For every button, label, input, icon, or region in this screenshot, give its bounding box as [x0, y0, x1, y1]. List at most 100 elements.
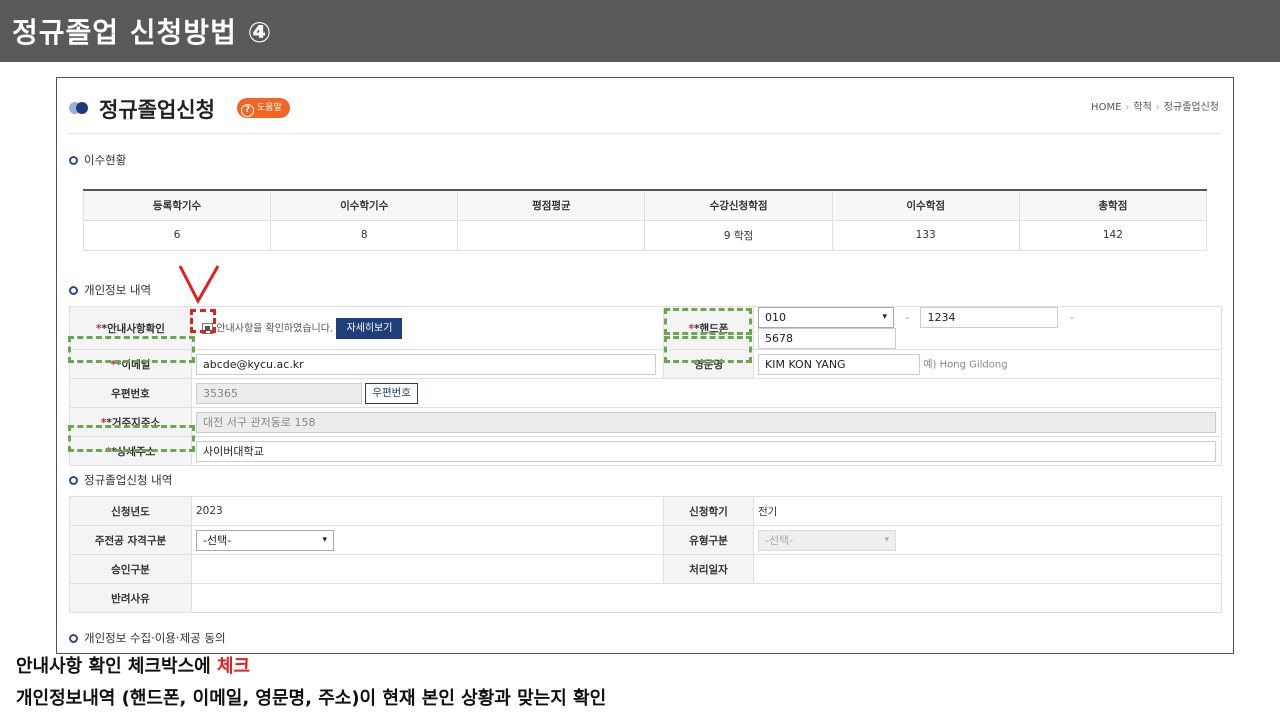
notice-label-text: *안내사항확인 — [101, 322, 165, 335]
notice-text: 안내사항을 확인하였습니다. — [216, 323, 334, 334]
reject-value — [191, 583, 1222, 613]
section-label: 개인정보 내역 — [84, 283, 152, 297]
table-row: 우편번호 35365 우편번호 — [69, 378, 1222, 408]
address-label-text: *거주지주소 — [106, 416, 161, 429]
col-registered-semesters: 등록학기수 — [82, 190, 272, 221]
breadcrumb-academic[interactable]: 학적 — [1133, 102, 1151, 113]
col-total-credits: 총학점 — [1018, 190, 1208, 221]
breadcrumb-current: 정규졸업신청 — [1163, 102, 1219, 113]
table-row: 주전공 자격구분 -선택- ▾ 유형구분 -선택- ▾ — [69, 525, 1222, 555]
bullet-icon — [69, 634, 78, 643]
table-row: **상세주소 사이버대학교 — [69, 436, 1222, 466]
notice-cell: 안내사항을 확인하였습니다. 자세히보기 — [191, 306, 664, 350]
zip-label: 우편번호 — [69, 378, 192, 408]
caption-line-1-text: 안내사항 확인 체크박스에 — [16, 656, 217, 677]
address-label: **거주지주소 — [69, 407, 192, 437]
phone-label-text: *핸드폰 — [694, 322, 729, 335]
notice-label: **안내사항확인 — [69, 306, 192, 350]
english-name-label: 영문명 — [663, 349, 754, 379]
bullet-icon — [69, 286, 78, 295]
question-icon: ? — [241, 104, 254, 117]
english-name-input[interactable]: KIM KON YANG — [758, 353, 920, 375]
section-label: 개인정보 수집·이용·제공 동의 — [84, 631, 226, 645]
slide-banner: 정규졸업 신청방법 ④ — [0, 0, 1280, 62]
phone-last-input[interactable]: 5678 — [758, 328, 896, 349]
email-label-text: *이메일 — [116, 358, 151, 371]
table-row: 6 8 9 학점 133 142 — [82, 219, 1208, 251]
table-row: **거주지주소 대전 서구 관저동로 158 — [69, 407, 1222, 437]
chevron-down-icon: ▾ — [884, 534, 889, 545]
personal-info-table: **안내사항확인 안내사항을 확인하였습니다. 자세히보기 **핸드폰 010 ▾… — [69, 306, 1222, 466]
section-label: 정규졸업신청 내역 — [84, 473, 173, 487]
col-enrolled-credits: 수강신청학점 — [644, 190, 833, 221]
english-name-cell: KIM KON YANG 예) Hong Gildong — [753, 349, 1222, 379]
table-row: 반려사유 — [69, 583, 1222, 613]
breadcrumb-home[interactable]: HOME — [1091, 102, 1121, 113]
processed-value — [753, 554, 1222, 584]
course-summary-table: 등록학기수 이수학기수 평점평균 수강신청학점 이수학점 총학점 6 8 9 학… — [82, 189, 1208, 251]
breadcrumb: HOME › 학적 › 정규졸업신청 — [1091, 98, 1219, 113]
approval-value — [191, 554, 664, 584]
cell-enrolled-credits: 9 학점 — [644, 219, 833, 251]
address-input[interactable]: 대전 서구 관저동로 158 — [196, 411, 1216, 433]
help-button[interactable]: ? 도움말 — [237, 98, 290, 118]
phone-prefix-select[interactable]: 010 ▾ — [758, 307, 894, 328]
notice-checkbox[interactable] — [202, 322, 213, 334]
address-cell: 대전 서구 관저동로 158 — [191, 407, 1222, 437]
section-personal-info: 개인정보 내역 — [69, 282, 151, 298]
email-cell: abcde@kycu.ac.kr — [191, 349, 664, 379]
phone-cell: 010 ▾ - 1234 - 5678 — [753, 306, 1222, 350]
col-completed-credits: 이수학점 — [831, 190, 1020, 221]
detail-address-label-text: *상세주소 — [111, 445, 156, 458]
table-row: **이메일 abcde@kycu.ac.kr 영문명 KIM KON YANG … — [69, 349, 1222, 379]
zip-search-button[interactable]: 우편번호 — [365, 382, 418, 404]
caption-line-2: 개인정보내역 (핸드폰, 이메일, 영문명, 주소)이 현재 본인 상황과 맞는… — [16, 688, 607, 709]
table-header-row: 등록학기수 이수학기수 평점평균 수강신청학점 이수학점 총학점 — [82, 190, 1208, 221]
table-row: 신청년도 2023 신청학기 전기 — [69, 496, 1222, 526]
chevron-right-icon: › — [1125, 102, 1130, 113]
cell-gpa — [457, 219, 646, 251]
section-course-status: 이수현황 — [69, 152, 126, 168]
screenshot-frame: 정규졸업신청 ? 도움말 HOME › 학적 › 정규졸업신청 이수현황 등록학기수 이수… — [56, 77, 1234, 654]
bullet-icon — [69, 156, 78, 165]
major-select[interactable]: -선택- ▾ — [196, 529, 334, 551]
phone-dash: - — [1069, 311, 1074, 324]
major-select-value: -선택- — [203, 533, 232, 547]
detail-button[interactable]: 자세히보기 — [336, 317, 403, 339]
type-select[interactable]: -선택- ▾ — [758, 529, 896, 551]
checkmark-annotation-icon — [178, 265, 220, 304]
detail-address-input[interactable]: 사이버대학교 — [196, 440, 1216, 462]
section-label: 이수현황 — [84, 153, 127, 167]
english-name-hint: 예) Hong Gildong — [923, 359, 1008, 370]
graduation-history-table: 신청년도 2023 신청학기 전기 주전공 자격구분 -선택- ▾ 유형구분 -선… — [69, 496, 1222, 613]
detail-address-cell: 사이버대학교 — [191, 436, 1222, 466]
title-dots-icon — [69, 100, 93, 116]
email-label: **이메일 — [69, 349, 192, 379]
cell-completed-credits: 133 — [831, 219, 1020, 251]
chevron-right-icon: › — [1155, 102, 1160, 113]
zip-cell: 35365 우편번호 — [191, 378, 1222, 408]
major-label: 주전공 자격구분 — [69, 525, 192, 555]
table-row: **안내사항확인 안내사항을 확인하였습니다. 자세히보기 **핸드폰 010 ▾… — [69, 306, 1222, 350]
cell-completed-semesters: 8 — [270, 219, 459, 251]
approval-label: 승인구분 — [69, 554, 192, 584]
semester-value: 전기 — [753, 496, 1222, 526]
major-cell: -선택- ▾ — [191, 525, 664, 555]
phone-dash: - — [905, 311, 910, 324]
phone-prefix-value: 010 — [765, 311, 786, 324]
phone-label: **핸드폰 — [663, 306, 754, 350]
cell-registered-semesters: 6 — [82, 219, 272, 251]
section-graduation-history: 정규졸업신청 내역 — [69, 472, 172, 488]
processed-label: 처리일자 — [663, 554, 754, 584]
caption-line-1: 안내사항 확인 체크박스에 체크 — [16, 652, 250, 678]
zip-input[interactable]: 35365 — [196, 382, 362, 404]
phone-mid-input[interactable]: 1234 — [920, 307, 1059, 328]
bullet-icon — [69, 476, 78, 485]
email-input[interactable]: abcde@kycu.ac.kr — [196, 353, 656, 375]
chevron-down-icon: ▾ — [882, 312, 887, 322]
type-select-value: -선택- — [765, 533, 794, 547]
help-label: 도움말 — [257, 103, 282, 113]
slide-title: 정규졸업 신청방법 ④ — [12, 16, 273, 49]
semester-label: 신청학기 — [663, 496, 754, 526]
year-value: 2023 — [191, 496, 664, 526]
